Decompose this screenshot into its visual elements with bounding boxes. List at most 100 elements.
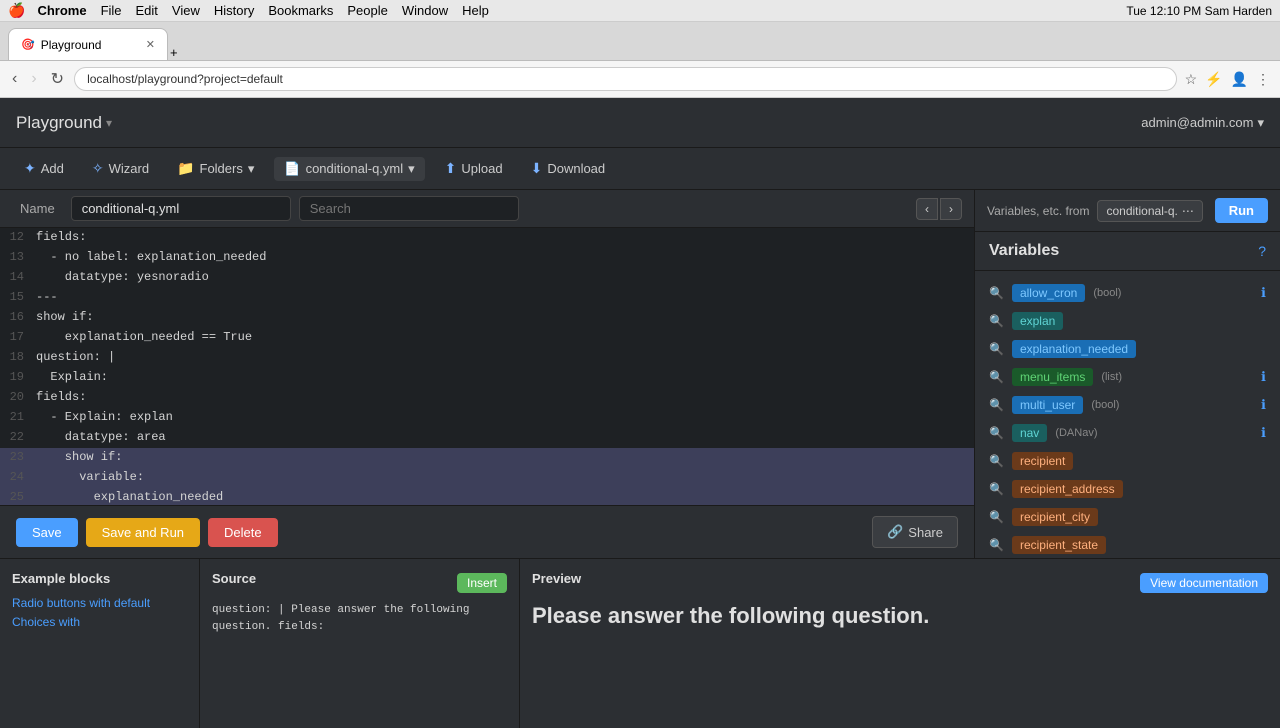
variable-tag[interactable]: nav bbox=[1012, 424, 1047, 442]
upload-icon: ⬆ bbox=[445, 160, 457, 177]
user-menu[interactable]: admin@admin.com ▾ bbox=[1141, 115, 1264, 131]
code-line[interactable]: 24 variable: bbox=[0, 468, 974, 488]
menu-window[interactable]: Window bbox=[402, 3, 448, 18]
menu-edit[interactable]: Edit bbox=[136, 3, 158, 18]
variable-search-icon: 🔍 bbox=[989, 314, 1004, 328]
source-header: Source Insert bbox=[212, 571, 507, 594]
help-icon[interactable]: ? bbox=[1258, 243, 1266, 259]
upload-button[interactable]: ⬆ Upload bbox=[437, 156, 511, 181]
code-line[interactable]: 13 - no label: explanation_needed bbox=[0, 248, 974, 268]
menu-history[interactable]: History bbox=[214, 3, 254, 18]
menu-bookmarks[interactable]: Bookmarks bbox=[268, 3, 333, 18]
variable-tag[interactable]: menu_items bbox=[1012, 368, 1093, 386]
tab-favicon-icon: 🎯 bbox=[21, 38, 35, 51]
variable-tag[interactable]: explanation_needed bbox=[1012, 340, 1136, 358]
folders-chevron-icon: ▾ bbox=[248, 161, 255, 177]
variable-tag[interactable]: allow_cron bbox=[1012, 284, 1085, 302]
code-line[interactable]: 22 datatype: area bbox=[0, 428, 974, 448]
url-text: localhost/playground?project=default bbox=[87, 72, 283, 86]
apple-logo-icon: 🍎 bbox=[8, 2, 25, 19]
tab-close-icon[interactable]: ✕ bbox=[146, 38, 155, 51]
app-title: Playground ▾ bbox=[16, 113, 112, 133]
code-line[interactable]: 15--- bbox=[0, 288, 974, 308]
wizard-button[interactable]: ✧ Wizard bbox=[84, 156, 157, 181]
variables-from-badge[interactable]: conditional-q. ⋯ bbox=[1097, 200, 1202, 222]
variables-header-bar: Variables, etc. from conditional-q. ⋯ Ru… bbox=[975, 190, 1280, 232]
variable-tag[interactable]: explan bbox=[1012, 312, 1063, 330]
line-content: fields: bbox=[36, 228, 974, 247]
file-icon: 📄 bbox=[284, 161, 300, 177]
variable-search-icon: 🔍 bbox=[989, 286, 1004, 300]
save-button[interactable]: Save bbox=[16, 518, 78, 547]
variable-item: 🔍recipient_city bbox=[975, 503, 1280, 531]
code-line[interactable]: 17 explanation_needed == True bbox=[0, 328, 974, 348]
next-arrow-button[interactable]: › bbox=[940, 198, 962, 220]
menu-people[interactable]: People bbox=[347, 3, 387, 18]
variable-tag[interactable]: multi_user bbox=[1012, 396, 1083, 414]
insert-button[interactable]: Insert bbox=[457, 573, 507, 593]
variable-info-icon[interactable]: ℹ bbox=[1261, 369, 1266, 385]
code-line[interactable]: 25 explanation_needed bbox=[0, 488, 974, 505]
variable-tag[interactable]: recipient bbox=[1012, 452, 1073, 470]
editor-panel: Name ‹ › 12fields:13 - no label: explana… bbox=[0, 190, 975, 558]
code-line[interactable]: 16show if: bbox=[0, 308, 974, 328]
folders-button[interactable]: 📁 Folders ▾ bbox=[169, 156, 262, 181]
menu-view[interactable]: View bbox=[172, 3, 200, 18]
code-line[interactable]: 19 Explain: bbox=[0, 368, 974, 388]
name-input[interactable] bbox=[71, 196, 291, 221]
preview-text: Please answer the following question. bbox=[532, 602, 1268, 631]
bookmark-icon[interactable]: ☆ bbox=[1183, 69, 1200, 90]
code-editor[interactable]: 12fields:13 - no label: explanation_need… bbox=[0, 228, 974, 505]
code-line[interactable]: 21 - Explain: explan bbox=[0, 408, 974, 428]
example-link-choices[interactable]: Choices with bbox=[12, 613, 187, 632]
new-tab-button[interactable]: + bbox=[170, 45, 178, 60]
code-line[interactable]: 20fields: bbox=[0, 388, 974, 408]
variable-info-icon[interactable]: ℹ bbox=[1261, 285, 1266, 301]
add-button[interactable]: ✦ Add bbox=[16, 156, 72, 181]
delete-button[interactable]: Delete bbox=[208, 518, 278, 547]
reload-button[interactable]: ↻ bbox=[47, 67, 68, 91]
example-link-radio[interactable]: Radio buttons with default bbox=[12, 594, 187, 613]
code-line[interactable]: 12fields: bbox=[0, 228, 974, 248]
menu-icon[interactable]: ⋮ bbox=[1254, 69, 1272, 90]
forward-button[interactable]: › bbox=[27, 68, 40, 90]
run-button[interactable]: Run bbox=[1215, 198, 1268, 223]
file-tab[interactable]: 📄 conditional-q.yml ▾ bbox=[274, 157, 424, 181]
menu-items: Chrome File Edit View History Bookmarks … bbox=[37, 3, 488, 18]
variable-tag[interactable]: recipient_state bbox=[1012, 536, 1106, 554]
line-content: - no label: explanation_needed bbox=[36, 248, 974, 267]
code-line[interactable]: 23 show if: bbox=[0, 448, 974, 468]
variable-info-icon[interactable]: ℹ bbox=[1261, 397, 1266, 413]
variable-search-icon: 🔍 bbox=[989, 398, 1004, 412]
url-bar[interactable]: localhost/playground?project=default bbox=[74, 67, 1177, 91]
menu-file[interactable]: File bbox=[101, 3, 122, 18]
extensions-icon[interactable]: ⚡ bbox=[1203, 69, 1224, 90]
variables-title-bar: Variables ? bbox=[975, 232, 1280, 271]
code-line[interactable]: 18question: | bbox=[0, 348, 974, 368]
save-and-run-button[interactable]: Save and Run bbox=[86, 518, 200, 547]
variable-tag[interactable]: recipient_address bbox=[1012, 480, 1123, 498]
line-number: 18 bbox=[0, 348, 36, 367]
variable-item: 🔍 recipient bbox=[975, 447, 1280, 475]
back-button[interactable]: ‹ bbox=[8, 68, 21, 90]
prev-arrow-button[interactable]: ‹ bbox=[916, 198, 938, 220]
line-number: 23 bbox=[0, 448, 36, 467]
line-number: 15 bbox=[0, 288, 36, 307]
line-content: explanation_needed bbox=[36, 488, 974, 505]
search-input[interactable] bbox=[299, 196, 519, 221]
menu-chrome[interactable]: Chrome bbox=[37, 3, 86, 18]
variable-info-icon[interactable]: ℹ bbox=[1261, 425, 1266, 441]
line-content: datatype: area bbox=[36, 428, 974, 447]
variable-search-icon: 🔍 bbox=[989, 454, 1004, 468]
download-button[interactable]: ⬇ Download bbox=[523, 156, 614, 181]
variable-tag[interactable]: recipient_city bbox=[1012, 508, 1098, 526]
view-documentation-button[interactable]: View documentation bbox=[1140, 573, 1268, 593]
app-title-text: Playground bbox=[16, 113, 102, 133]
menu-help[interactable]: Help bbox=[462, 3, 489, 18]
active-tab[interactable]: 🎯 Playground ✕ bbox=[8, 28, 168, 60]
code-line[interactable]: 14 datatype: yesnoradio bbox=[0, 268, 974, 288]
profile-icon[interactable]: 👤 bbox=[1229, 69, 1250, 90]
badge-dots-icon: ⋯ bbox=[1182, 204, 1194, 218]
variable-search-icon: 🔍 bbox=[989, 370, 1004, 384]
share-button[interactable]: 🔗 Share bbox=[872, 516, 958, 548]
